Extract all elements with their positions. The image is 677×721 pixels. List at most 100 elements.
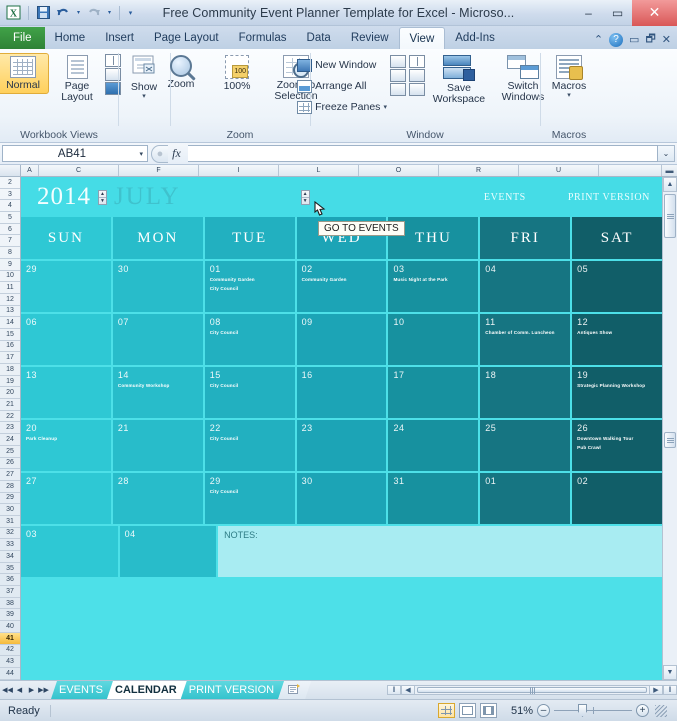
row-header-27[interactable]: 27 — [0, 469, 20, 481]
freeze-panes-caret-icon[interactable]: ▾ — [383, 104, 387, 111]
close-button[interactable]: ✕ — [632, 0, 677, 26]
row-header-7[interactable]: 7 — [0, 235, 20, 248]
close-window-icon[interactable]: ✕ — [662, 33, 671, 46]
row-header-34[interactable]: 34 — [0, 551, 20, 563]
zoom-slider-thumb[interactable] — [578, 704, 587, 717]
calendar-day-cell[interactable]: 02 — [572, 473, 662, 524]
row-header-41[interactable]: 41 — [0, 632, 20, 645]
row-header-19[interactable]: 19 — [0, 376, 20, 388]
calendar-day-cell[interactable]: 02 Community Garden — [296, 261, 389, 312]
column-header-r[interactable]: R — [439, 165, 519, 176]
tab-file[interactable]: File — [0, 27, 45, 49]
row-header-26[interactable]: 26 — [0, 458, 20, 470]
calendar-day-cell[interactable]: 28 — [112, 473, 205, 524]
undo-icon[interactable] — [54, 4, 72, 22]
redo-dropdown-icon[interactable]: ▾ — [105, 4, 114, 22]
split-handle-right[interactable]: ‖ — [663, 685, 677, 695]
column-header-i[interactable]: I — [199, 165, 279, 176]
zoom-button[interactable]: Zoom — [155, 53, 207, 92]
redo-icon[interactable] — [85, 4, 103, 22]
customize-quick-access-icon[interactable]: ▾ — [125, 4, 136, 22]
calendar-day-cell[interactable]: 15 City Council — [204, 367, 297, 418]
row-header-35[interactable]: 35 — [0, 563, 20, 575]
calendar-day-cell[interactable]: 30 — [112, 261, 205, 312]
row-header-28[interactable]: 28 — [0, 481, 20, 493]
resize-grip[interactable] — [655, 704, 667, 717]
row-header-2[interactable]: 2 — [0, 177, 20, 189]
calendar-day-cell[interactable]: 31 — [388, 473, 481, 524]
calendar-day-cell[interactable]: 03 Music Night at the Park — [388, 261, 481, 312]
row-header-24[interactable]: 24 — [0, 434, 20, 446]
row-header-18[interactable]: 18 — [0, 364, 20, 376]
sheet-tab-calendar[interactable]: CALENDAR — [107, 681, 187, 699]
row-header-43[interactable]: 43 — [0, 656, 20, 668]
page-layout-view-status-button[interactable] — [459, 703, 476, 718]
page-break-view-status-button[interactable] — [480, 703, 497, 718]
column-header-c[interactable]: C — [39, 165, 119, 176]
macros-button[interactable]: Macros ▾ — [543, 53, 595, 101]
sheet-tab-events[interactable]: EVENTS — [51, 681, 113, 699]
vertical-scroll-thumb[interactable] — [664, 194, 676, 238]
row-header-38[interactable]: 38 — [0, 598, 20, 610]
calendar-day-cell[interactable]: 19 Strategic Planning Workshop — [572, 367, 662, 418]
tab-formulas[interactable]: Formulas — [229, 27, 297, 49]
vertical-scroll-thumb-secondary[interactable] — [664, 432, 676, 448]
insert-worksheet-button[interactable] — [278, 681, 311, 699]
calendar-day-cell[interactable]: 24 — [388, 420, 481, 471]
row-header-31[interactable]: 31 — [0, 516, 20, 528]
column-header-a[interactable]: A — [21, 165, 39, 176]
minimize-button[interactable]: – — [574, 0, 603, 26]
notes-area[interactable]: NOTES: — [218, 526, 662, 577]
row-header-9[interactable]: 9 — [0, 259, 20, 271]
column-headers[interactable]: ACFILORU — [21, 165, 662, 177]
row-header-42[interactable]: 42 — [0, 645, 20, 657]
calendar-day-cell[interactable]: 26 Downtown Walking Tour Pub Crawl — [572, 420, 662, 471]
macros-caret-icon[interactable]: ▾ — [567, 92, 571, 99]
unhide-window-icon[interactable] — [389, 83, 406, 96]
formula-input[interactable] — [188, 145, 658, 162]
cancel-formula-icon[interactable]: ● — [151, 144, 168, 163]
calendar-day-cell[interactable]: 17 — [388, 367, 481, 418]
tab-review[interactable]: Review — [341, 27, 399, 49]
save-workspace-button[interactable]: Save Workspace — [428, 53, 490, 107]
calendar-day-cell[interactable]: 07 — [112, 314, 205, 365]
reset-window-position-icon[interactable] — [408, 83, 425, 96]
calendar-day-cell[interactable]: 12 Antiques Show — [572, 314, 662, 365]
calendar-day-cell[interactable]: 01 — [480, 473, 573, 524]
year-spinner[interactable]: ▲ ▼ — [98, 189, 107, 205]
row-header-39[interactable]: 39 — [0, 609, 20, 622]
row-header-5[interactable]: 5 — [0, 212, 20, 224]
tab-page-layout[interactable]: Page Layout — [144, 27, 229, 49]
events-link[interactable]: EVENTS — [484, 192, 526, 203]
restore-window-icon[interactable]: 🗗 — [645, 30, 655, 49]
vertical-scrollbar[interactable]: ▲ ▼ — [662, 177, 677, 680]
calendar-day-cell[interactable]: 04 — [480, 261, 573, 312]
quick-access-toolbar[interactable]: X ▾ ▾ ▾ — [0, 4, 136, 22]
column-header-f[interactable]: F — [119, 165, 199, 176]
row-header-4[interactable]: 4 — [0, 200, 20, 213]
calendar-day-cell[interactable]: 01 Community Garden City Council — [204, 261, 297, 312]
normal-view-status-button[interactable] — [438, 703, 455, 718]
row-header-13[interactable]: 13 — [0, 306, 20, 318]
zoom-slider[interactable] — [554, 704, 632, 717]
calendar-day-cell[interactable]: 20 Park Cleanup — [21, 420, 113, 471]
row-header-17[interactable]: 17 — [0, 352, 20, 364]
tab-add-ins[interactable]: Add-Ins — [445, 27, 505, 49]
calendar-day-cell[interactable]: 05 — [572, 261, 662, 312]
row-header-33[interactable]: 33 — [0, 539, 20, 551]
horizontal-scrollbar[interactable]: ‖ ◀ ▶ ‖ — [387, 685, 677, 695]
column-header-u[interactable]: U — [519, 165, 599, 176]
last-sheet-button[interactable]: ▶▶ — [38, 686, 49, 694]
calendar-day-cell[interactable]: 04 — [119, 526, 219, 577]
name-box[interactable]: AB41 ▾ — [2, 145, 148, 162]
row-header-12[interactable]: 12 — [0, 294, 20, 306]
row-header-22[interactable]: 22 — [0, 411, 20, 423]
horizontal-scroll-track[interactable] — [415, 685, 649, 695]
row-header-16[interactable]: 16 — [0, 341, 20, 353]
minimize-ribbon-icon[interactable]: ▭ — [629, 33, 639, 46]
first-sheet-button[interactable]: ◀◀ — [2, 686, 13, 694]
freeze-panes-button[interactable]: Freeze Panes ▾ — [297, 97, 387, 117]
collapse-ribbon-icon[interactable]: ⌃ — [594, 33, 603, 46]
calendar-day-cell[interactable]: 29 City Council — [204, 473, 297, 524]
expand-formula-bar-icon[interactable]: ⌄ — [658, 145, 675, 162]
